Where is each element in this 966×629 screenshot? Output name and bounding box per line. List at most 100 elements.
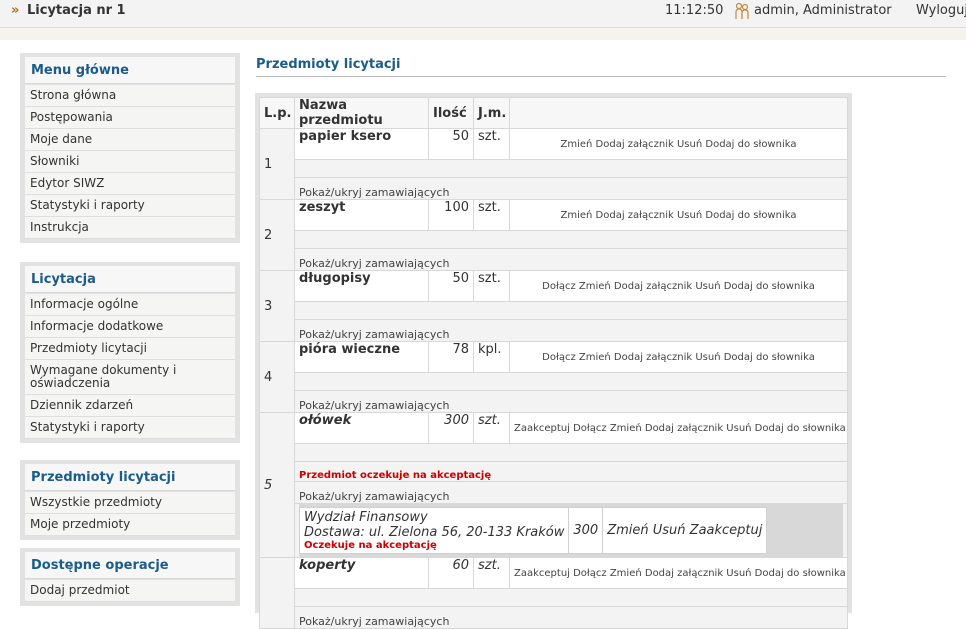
buyer-status: Oczekuje na akceptację	[304, 540, 437, 551]
item-name: długopisy	[294, 270, 429, 302]
menu-item[interactable]: Informacje ogólne	[25, 294, 235, 316]
toggle-row: Pokaż/ukryj zamawiających	[260, 248, 848, 271]
menu-item[interactable]: Słowniki	[25, 151, 235, 173]
toggle-buyers-link[interactable]: Pokaż/ukryj zamawiających	[294, 481, 848, 504]
item-actions[interactable]: Zmień Dodaj załącznik Usuń Dodaj do słow…	[509, 128, 848, 160]
logout-link[interactable]: Wyloguj	[916, 3, 966, 18]
row-spacer	[260, 443, 848, 462]
items-table-frame: L.p. Nazwa przedmiotu Ilość J.m. 1 papier…	[255, 93, 852, 629]
spacer-cell	[294, 588, 848, 607]
buyer-delivery: Dostawa: ul. Zielona 56, 20-133 Kraków	[304, 525, 565, 540]
item-actions[interactable]: Zmień Dodaj załącznik Usuń Dodaj do słow…	[509, 199, 848, 231]
menu-header: Menu główne	[25, 57, 235, 84]
item-quantity: 300	[428, 412, 474, 444]
item-quantity: 60	[428, 557, 474, 589]
spacer-cell	[294, 372, 848, 391]
clock: 11:12:50	[665, 3, 724, 18]
menu-panel: Przedmioty licytacji Wszystkie przedmioty…	[20, 460, 240, 540]
menu-panel: Licytacja Informacje ogólne Informacje dod…	[20, 262, 240, 443]
table-row: 1 papier ksero 50 szt. Zmień Dodaj załącznik…	[259, 128, 848, 200]
spacer-cell	[294, 301, 848, 320]
column-header-actions	[509, 97, 848, 129]
item-name: koperty	[294, 557, 429, 589]
menu-panel: Dostępne operacje Dodaj przedmiot	[20, 548, 240, 606]
toggle-buyers-link[interactable]: Pokaż/ukryj zamawiających	[294, 248, 848, 271]
table-row: 4 pióra wieczne 78 kpl. Dołącz Zmień Dodaj z…	[259, 341, 848, 413]
row-spacer	[260, 588, 848, 607]
spacer-cell	[294, 230, 848, 249]
toggle-buyers-link[interactable]: Pokaż/ukryj zamawiających	[294, 177, 848, 200]
spacer-cell	[294, 443, 848, 462]
buyer-quantity: 300	[568, 507, 604, 554]
section-title: Przedmioty licytacji	[256, 57, 401, 72]
column-header-qty: Ilość	[428, 97, 474, 129]
current-user: admin, Administrator	[754, 3, 892, 18]
title-marker: »	[11, 3, 20, 18]
menu-item[interactable]: Moje dane	[25, 129, 235, 151]
top-bar: » Licytacja nr 1 11:12:50 admin, Adminis…	[0, 0, 966, 28]
menu-item[interactable]: Edytor SIWZ	[25, 173, 235, 195]
item-unit: szt.	[473, 128, 510, 160]
menu-item[interactable]: Wymagane dokumenty i oświadczenia	[25, 360, 235, 395]
row-spacer	[260, 230, 848, 249]
item-quantity: 78	[428, 341, 474, 373]
item-unit: szt.	[473, 557, 510, 589]
toggle-buyers-link[interactable]: Pokaż/ukryj zamawiających	[294, 390, 848, 413]
buyer-row: Wydział Finansowy Dostawa: ul. Zielona 56…	[298, 507, 768, 554]
item-unit: kpl.	[473, 341, 510, 373]
table-row: koperty 60 szt. Zaakceptuj Dołącz Zmień Dod…	[259, 557, 848, 629]
item-actions[interactable]: Dołącz Zmień Dodaj załącznik Usuń Dodaj …	[509, 270, 848, 302]
page-title: Licytacja nr 1	[27, 3, 126, 18]
table-row: 5 ołówek 300 szt. Zaakceptuj Dołącz Zmień Do…	[259, 412, 848, 558]
items-table: L.p. Nazwa przedmiotu Ilość J.m. 1 papier…	[259, 97, 848, 629]
row-number: 3	[259, 270, 295, 342]
menu-item[interactable]: Przedmioty licytacji	[25, 338, 235, 360]
toggle-row: Pokaż/ukryj zamawiających	[260, 319, 848, 342]
toggle-row: Pokaż/ukryj zamawiających	[260, 606, 848, 629]
spacer-cell	[294, 159, 848, 178]
row-number	[259, 557, 295, 629]
toggle-buyers-link[interactable]: Pokaż/ukryj zamawiających	[294, 319, 848, 342]
menu-item[interactable]: Strona główna	[25, 85, 235, 107]
item-quantity: 50	[428, 270, 474, 302]
menu-item[interactable]: Postępowania	[25, 107, 235, 129]
buyers-row: Wydział Finansowy Dostawa: ul. Zielona 56…	[260, 503, 848, 558]
column-header-unit: J.m.	[473, 97, 510, 129]
menu-item[interactable]: Instrukcja	[25, 217, 235, 239]
users-icon	[735, 2, 749, 20]
menu-item[interactable]: Statystyki i raporty	[25, 417, 235, 439]
row-number: 4	[259, 341, 295, 413]
item-quantity: 50	[428, 128, 474, 160]
menu-header: Przedmioty licytacji	[25, 464, 235, 491]
item-actions[interactable]: Zaakceptuj Dołącz Zmień Dodaj załącznik …	[509, 412, 848, 444]
menu-item[interactable]: Wszystkie przedmioty	[25, 492, 235, 514]
toggle-row: Pokaż/ukryj zamawiających	[260, 481, 848, 504]
row-number: 5	[259, 412, 295, 558]
item-actions[interactable]: Dołącz Zmień Dodaj załącznik Usuń Dodaj …	[509, 341, 848, 373]
item-name: papier ksero	[294, 128, 429, 160]
menu-item[interactable]: Statystyki i raporty	[25, 195, 235, 217]
item-unit: szt.	[473, 199, 510, 231]
row-spacer	[260, 159, 848, 178]
buyer-actions[interactable]: Zmień Usuń Zaakceptuj	[602, 507, 768, 554]
item-quantity: 100	[428, 199, 474, 231]
row-spacer	[260, 301, 848, 320]
menu-header: Dostępne operacje	[25, 552, 235, 579]
menu-item[interactable]: Dodaj przedmiot	[25, 580, 235, 602]
item-unit: szt.	[473, 270, 510, 302]
menu-panel: Menu główne Strona główna Postępowania Moje…	[20, 53, 240, 243]
item-actions[interactable]: Zaakceptuj Dołącz Zmień Dodaj załącznik …	[509, 557, 848, 589]
menu-header: Licytacja	[25, 266, 235, 293]
menu-item[interactable]: Dziennik zdarzeń	[25, 395, 235, 417]
toggle-row: Pokaż/ukryj zamawiających	[260, 390, 848, 413]
toggle-buyers-link[interactable]: Pokaż/ukryj zamawiających	[294, 606, 848, 629]
table-header-row: L.p. Nazwa przedmiotu Ilość J.m.	[259, 97, 848, 129]
item-name: pióra wieczne	[294, 341, 429, 373]
pending-row: Przedmiot oczekuje na akceptację	[260, 461, 848, 482]
section-divider	[256, 76, 946, 77]
menu-item[interactable]: Moje przedmioty	[25, 514, 235, 536]
menu-item[interactable]: Informacje dodatkowe	[25, 316, 235, 338]
column-header-lp: L.p.	[259, 97, 295, 129]
toggle-row: Pokaż/ukryj zamawiających	[260, 177, 848, 200]
buyer-department: Wydział Finansowy	[304, 510, 428, 525]
